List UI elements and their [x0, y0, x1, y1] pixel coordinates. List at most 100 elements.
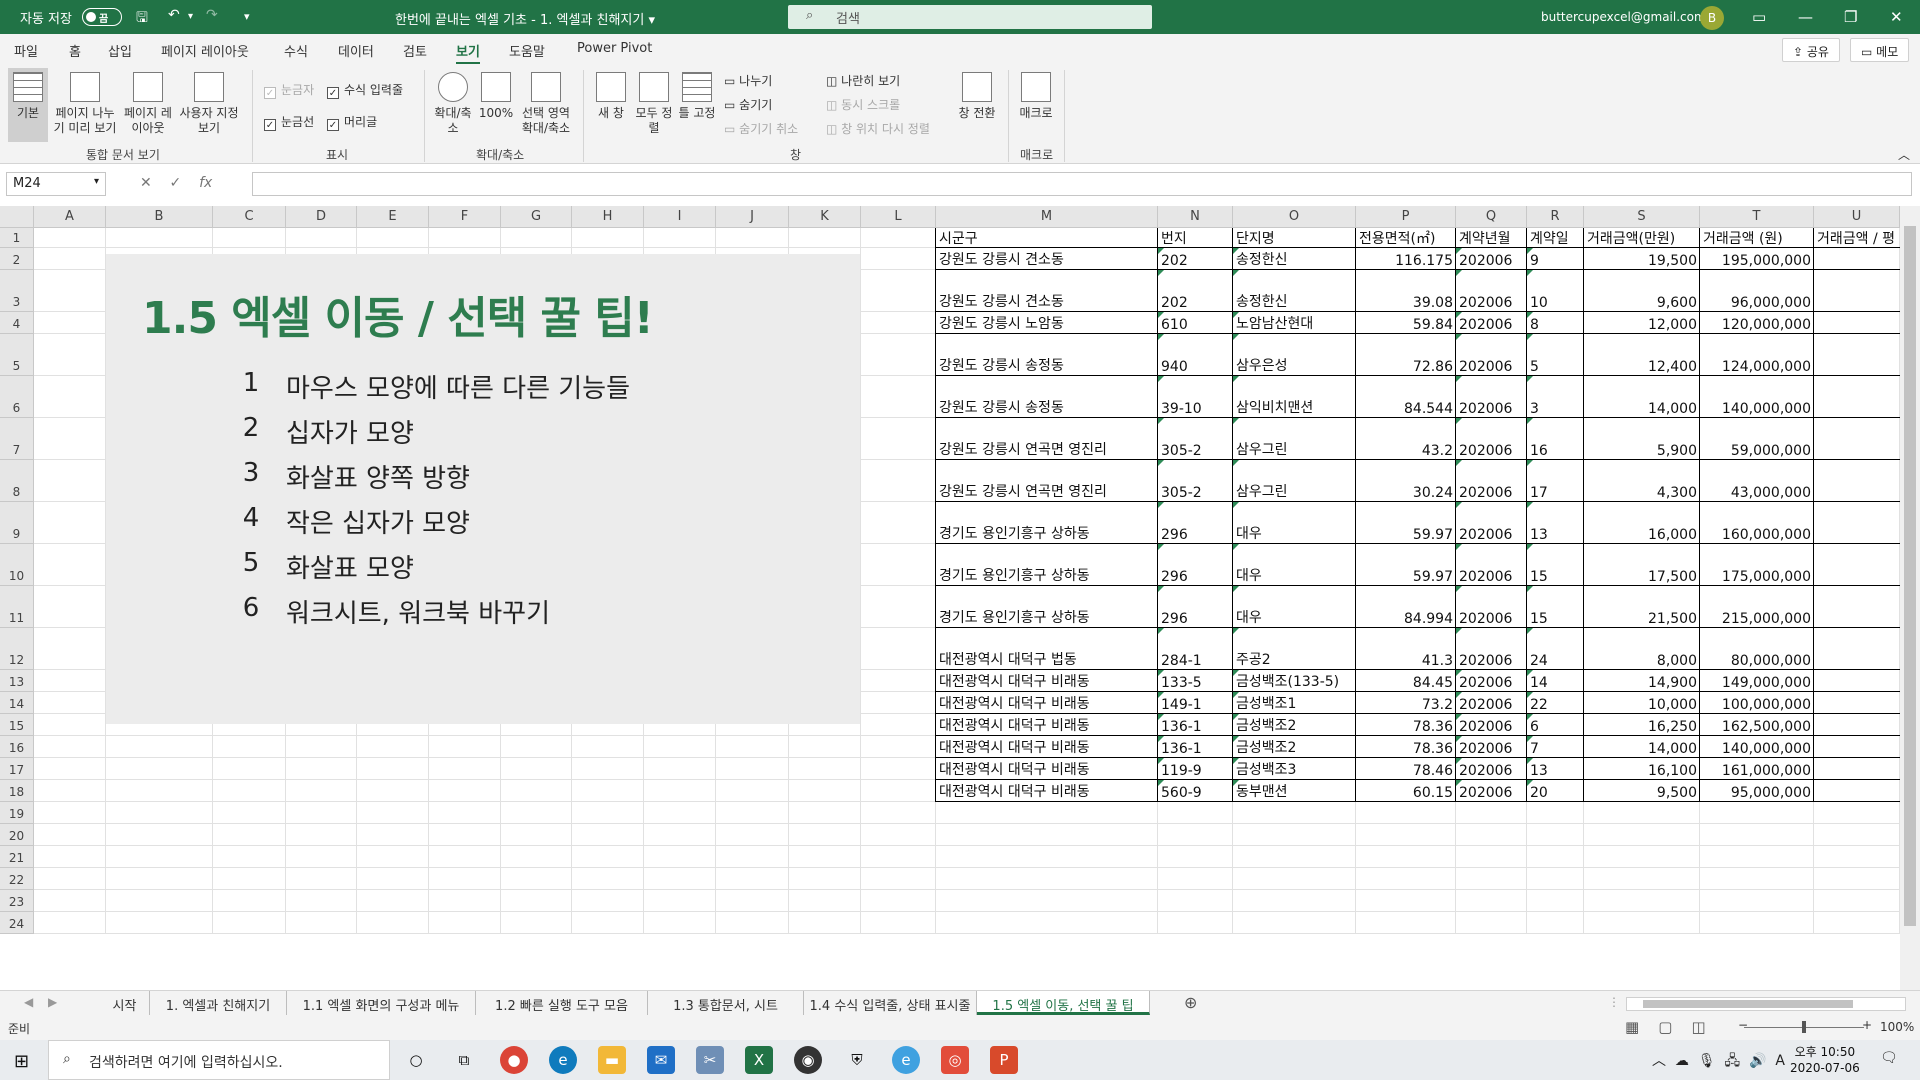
obs-icon[interactable]: ◉ — [794, 1046, 822, 1074]
table-cell[interactable]: 305-2 — [1158, 418, 1233, 460]
taskbar-clock[interactable]: 오후 10:50 2020-07-06 — [1790, 1044, 1860, 1076]
internet-explorer-icon[interactable]: e — [892, 1046, 920, 1074]
customize-qat-icon[interactable]: ▾ — [244, 10, 250, 23]
column-header[interactable]: I — [644, 206, 716, 228]
tab-insert[interactable]: 삽입 — [108, 41, 132, 60]
table-cell[interactable]: 경기도 용인기흥구 상하동 — [936, 544, 1158, 586]
tab-home[interactable]: 홈 — [69, 41, 81, 60]
table-cell[interactable]: 202006 — [1456, 334, 1527, 376]
windows-start-icon[interactable]: ⊞ — [14, 1051, 29, 1072]
table-cell[interactable]: 202006 — [1456, 312, 1527, 334]
table-cell[interactable]: 14,900 — [1584, 670, 1700, 692]
table-cell[interactable]: 39.08 — [1356, 270, 1456, 312]
next-sheet-icon[interactable]: ▶ — [48, 995, 57, 1009]
onedrive-icon[interactable]: ☁ — [1675, 1053, 1689, 1069]
zoom-100-button[interactable]: 100% — [476, 68, 516, 142]
undo-dropdown-icon[interactable]: ▾ — [188, 11, 193, 22]
column-header[interactable]: T — [1700, 206, 1814, 228]
table-cell[interactable]: 금성백조2 — [1233, 736, 1356, 758]
name-box[interactable]: M24 ▾ — [6, 172, 106, 196]
table-cell[interactable]: 560-9 — [1158, 780, 1233, 802]
table-cell[interactable]: 940 — [1158, 334, 1233, 376]
table-cell[interactable]: 삼우그린 — [1233, 460, 1356, 502]
table-cell[interactable]: 대전광역시 대덕구 비래동 — [936, 670, 1158, 692]
table-cell[interactable]: 30.24 — [1356, 460, 1456, 502]
table-cell[interactable] — [1814, 736, 1900, 758]
mail-icon[interactable]: ✉ — [647, 1046, 675, 1074]
table-cell[interactable]: 202006 — [1456, 544, 1527, 586]
close-icon[interactable]: ✕ — [1890, 8, 1903, 26]
table-cell[interactable]: 17,500 — [1584, 544, 1700, 586]
table-cell[interactable]: 60.15 — [1356, 780, 1456, 802]
table-cell[interactable]: 136-1 — [1158, 714, 1233, 736]
file-explorer-icon[interactable]: ▬ — [598, 1046, 626, 1074]
table-cell[interactable]: 금성백조(133-5) — [1233, 670, 1356, 692]
table-cell[interactable]: 대전광역시 대덕구 비래동 — [936, 758, 1158, 780]
tab-file[interactable]: 파일 — [14, 41, 38, 60]
normal-view-icon[interactable]: ▦ — [1625, 1018, 1639, 1036]
header-complex-name[interactable]: 단지명 — [1233, 228, 1356, 248]
formula-bar-checkbox[interactable]: ✓ 수식 입력줄 — [327, 81, 403, 99]
table-cell[interactable]: 296 — [1158, 586, 1233, 628]
table-cell[interactable]: 202006 — [1456, 780, 1527, 802]
row-header[interactable]: 16 — [0, 736, 34, 758]
table-cell[interactable]: 21,500 — [1584, 586, 1700, 628]
row-header[interactable]: 23 — [0, 890, 34, 912]
column-header[interactable]: P — [1356, 206, 1456, 228]
table-cell[interactable]: 175,000,000 — [1700, 544, 1814, 586]
table-cell[interactable] — [1814, 502, 1900, 544]
row-header[interactable]: 2 — [0, 248, 34, 270]
table-cell[interactable]: 160,000,000 — [1700, 502, 1814, 544]
table-cell[interactable]: 116.175 — [1356, 248, 1456, 270]
excel-icon[interactable]: X — [745, 1046, 773, 1074]
tray-overflow-icon[interactable]: ︿ — [1652, 1053, 1666, 1069]
table-cell[interactable]: 19,500 — [1584, 248, 1700, 270]
table-cell[interactable]: 59.97 — [1356, 544, 1456, 586]
snipping-tool-icon[interactable]: ✂ — [696, 1046, 724, 1074]
row-header[interactable]: 3 — [0, 270, 34, 312]
table-cell[interactable]: 대전광역시 대덕구 법동 — [936, 628, 1158, 670]
table-cell[interactable]: 14 — [1527, 670, 1584, 692]
normal-view-button[interactable]: 기본 — [8, 68, 48, 142]
column-header[interactable]: J — [716, 206, 789, 228]
page-break-icon[interactable]: ◫ — [1692, 1018, 1706, 1036]
tab-formulas[interactable]: 수식 — [284, 41, 308, 60]
macros-button[interactable]: 매크로 — [1016, 68, 1056, 142]
table-cell[interactable]: 80,000,000 — [1700, 628, 1814, 670]
gridlines-checkbox[interactable]: ✓ 눈금선 — [264, 113, 314, 131]
column-header[interactable]: K — [789, 206, 861, 228]
avatar[interactable]: B — [1700, 6, 1724, 30]
column-header[interactable]: N — [1158, 206, 1233, 228]
table-cell[interactable]: 78.46 — [1356, 758, 1456, 780]
scrollbar-thumb[interactable] — [1643, 1000, 1853, 1008]
vertical-scrollbar[interactable] — [1900, 206, 1920, 990]
sheet-tab[interactable]: 1. 엑셀과 친해지기 — [150, 991, 287, 1015]
row-header[interactable]: 22 — [0, 868, 34, 890]
column-header[interactable]: L — [861, 206, 936, 228]
save-icon[interactable]: 🖫 — [136, 7, 148, 31]
account-email[interactable]: buttercupexcel@gmail.com — [1541, 10, 1706, 24]
row-header[interactable]: 6 — [0, 376, 34, 418]
column-header[interactable]: F — [429, 206, 501, 228]
powerpoint-icon[interactable]: P — [990, 1046, 1018, 1074]
security-shield-icon[interactable]: ⛨ — [843, 1046, 871, 1074]
table-cell[interactable]: 9,600 — [1584, 270, 1700, 312]
tab-help[interactable]: 도움말 — [509, 41, 545, 60]
table-cell[interactable]: 84.544 — [1356, 376, 1456, 418]
row-header[interactable]: 1 — [0, 228, 34, 248]
table-cell[interactable]: 133-5 — [1158, 670, 1233, 692]
table-cell[interactable]: 금성백조3 — [1233, 758, 1356, 780]
header-price-won[interactable]: 거래금액 (원) — [1700, 228, 1814, 248]
row-header[interactable]: 18 — [0, 780, 34, 802]
row-header[interactable]: 9 — [0, 502, 34, 544]
table-cell[interactable]: 강원도 강릉시 연곡면 영진리 — [936, 460, 1158, 502]
page-layout-view-button[interactable]: 페이지 레이아웃 — [122, 68, 174, 142]
taskbar-search[interactable]: ⌕ 검색하려면 여기에 입력하십시오. — [48, 1040, 390, 1080]
column-header[interactable]: H — [572, 206, 644, 228]
table-cell[interactable]: 금성백조2 — [1233, 714, 1356, 736]
table-cell[interactable] — [1814, 692, 1900, 714]
table-cell[interactable]: 84.994 — [1356, 586, 1456, 628]
table-cell[interactable]: 대우 — [1233, 586, 1356, 628]
memo-button[interactable]: ▭ 메모 — [1850, 38, 1910, 62]
table-cell[interactable] — [1814, 670, 1900, 692]
